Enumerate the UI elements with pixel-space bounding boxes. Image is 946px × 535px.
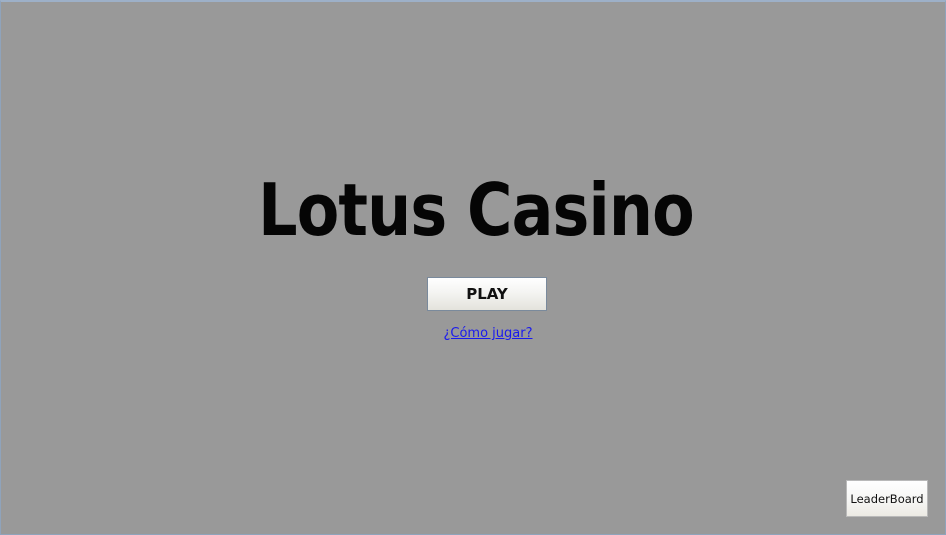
leaderboard-button[interactable]: LeaderBoard [846, 480, 928, 517]
main-window: Lotus Casino PLAY ¿Cómo jugar? LeaderBoa… [0, 0, 946, 535]
app-title: Lotus Casino [258, 168, 695, 252]
play-button[interactable]: PLAY [427, 277, 547, 311]
how-to-play-link[interactable]: ¿Cómo jugar? [1, 326, 946, 341]
